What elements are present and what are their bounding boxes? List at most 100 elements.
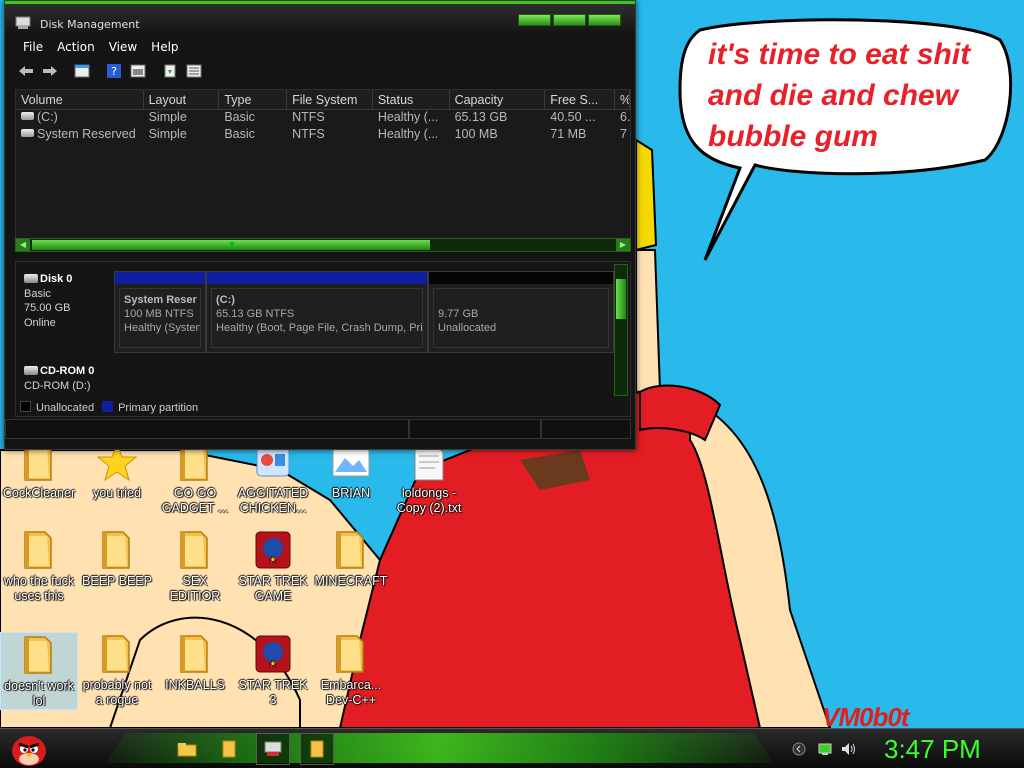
desktop-icon[interactable]: doesn't work lol: [0, 632, 78, 710]
desktop-icon-label: BEEP BEEP: [82, 574, 152, 588]
scroll-right-icon[interactable]: ▶: [616, 239, 630, 251]
console-icon[interactable]: [129, 62, 147, 80]
maximize-button[interactable]: [553, 14, 586, 26]
folder-icon: [180, 635, 208, 673]
volume-capacity: 100 MB: [454, 127, 498, 141]
folder-icon: [310, 740, 324, 758]
desktop-icon[interactable]: GO GO GADGET ...: [156, 440, 234, 516]
desktop-icon[interactable]: ★ STAR TREK 3: [234, 632, 312, 708]
column-header[interactable]: Type: [219, 90, 288, 109]
window-titlebar[interactable]: Disk Management: [5, 1, 635, 37]
refresh-icon[interactable]: [161, 62, 179, 80]
desktop-icon-label: BRIAN: [331, 486, 371, 500]
taskbar-clock[interactable]: 3:47 PM: [884, 733, 981, 765]
desktop-icon-label: doesn't work lol: [4, 679, 74, 708]
disk-0-label[interactable]: Disk 0 Basic 75.00 GB Online: [18, 272, 112, 330]
start-button[interactable]: [6, 729, 52, 768]
volume-tray-button[interactable]: [840, 738, 858, 760]
volume-name: System Reserved: [37, 127, 136, 141]
desktop-icon[interactable]: AGGITATED CHICKEN...: [234, 440, 312, 516]
desktop-icon[interactable]: ★ STAR TREK GAME: [234, 528, 312, 604]
column-header[interactable]: Free S...: [545, 90, 616, 109]
partition-unallocated[interactable]: 9.77 GB Unallocated: [428, 271, 614, 353]
volume-name: (C:): [37, 110, 58, 124]
legend-primary: Primary partition: [102, 401, 198, 414]
table-row[interactable]: System Reserved Simple Basic NTFS Health…: [16, 127, 630, 144]
desktop-icon[interactable]: SEX EDITIOR: [156, 528, 234, 604]
scrollbar-thumb[interactable]: [616, 279, 626, 319]
desktop-icon[interactable]: probably not a rogue: [78, 632, 156, 708]
column-header[interactable]: Volume: [16, 90, 144, 109]
column-header[interactable]: %: [615, 90, 630, 109]
volume-pct: 6.: [620, 110, 631, 124]
volume-list[interactable]: Volume Layout Type File System Status Ca…: [15, 89, 631, 249]
disk-management-icon: [264, 741, 282, 756]
scroll-left-icon[interactable]: ◀: [16, 239, 30, 251]
desktop-icon-label: AGGITATED CHICKEN...: [237, 486, 309, 515]
volume-fs: NTFS: [292, 110, 325, 124]
minimize-button[interactable]: [518, 14, 551, 26]
column-header[interactable]: Capacity: [450, 90, 546, 109]
forward-arrow-icon[interactable]: [41, 62, 59, 80]
folder-icon: [24, 636, 52, 674]
taskbar-explorer[interactable]: [170, 733, 204, 765]
svg-text:★: ★: [269, 555, 276, 564]
properties-icon[interactable]: [73, 62, 91, 80]
cdrom-0-label[interactable]: CD-ROM 0 CD-ROM (D:): [18, 364, 112, 393]
menu-action[interactable]: Action: [51, 37, 103, 57]
column-header[interactable]: File System: [287, 90, 373, 109]
desktop-icon[interactable]: loldongs - Copy (2).txt: [390, 440, 468, 516]
taskbar-disk-management[interactable]: [256, 733, 290, 765]
toolbar: ?: [5, 57, 635, 85]
close-button[interactable]: [588, 14, 621, 26]
desktop-icon[interactable]: INKBALLS: [156, 632, 234, 693]
folder-icon: [222, 740, 236, 758]
folder-icon: [102, 635, 130, 673]
desktop-icon[interactable]: Embarca... Dev-C++: [312, 632, 390, 708]
desktop-icon-label: STAR TREK GAME: [238, 574, 308, 603]
menu-help[interactable]: Help: [145, 37, 186, 57]
column-header[interactable]: Layout: [144, 90, 220, 109]
game-icon: ★: [255, 635, 291, 673]
back-arrow-icon[interactable]: [17, 62, 35, 80]
desktop-icon-label: GO GO GADGET ...: [161, 486, 229, 515]
volume-status: Healthy (...: [377, 110, 439, 124]
partition-c-drive[interactable]: (C:) 65.13 GB NTFS Healthy (Boot, Page F…: [206, 271, 428, 353]
taskbar-folder[interactable]: [212, 733, 246, 765]
menu-bar: File Action View Help: [5, 37, 635, 57]
folder-icon: [336, 635, 364, 673]
horizontal-scrollbar[interactable]: ◀ ▶: [15, 238, 631, 252]
game-icon: ★: [255, 531, 291, 569]
legend-unallocated: Unallocated: [20, 401, 94, 414]
volume-pct: 7: [620, 127, 627, 141]
desktop-icon[interactable]: MINECRAFT: [312, 528, 390, 589]
menu-file[interactable]: File: [17, 37, 51, 57]
window-title: Disk Management: [40, 18, 140, 31]
disk-management-window[interactable]: Disk Management File Action View Help ?: [4, 0, 636, 450]
disk-management-icon: [15, 16, 31, 29]
volume-free: 71 MB: [550, 127, 587, 141]
drive-icon: [21, 112, 34, 120]
drive-icon: [21, 129, 34, 137]
table-row[interactable]: (C:) Simple Basic NTFS Healthy (... 65.1…: [16, 110, 630, 127]
taskbar-folder-window[interactable]: [300, 733, 334, 765]
volume-status: Healthy (...: [377, 127, 439, 141]
volume-free: 40.50 ...: [550, 110, 596, 124]
help-icon[interactable]: ?: [105, 62, 123, 80]
network-icon: [818, 743, 832, 755]
disk-map[interactable]: Disk 0 Basic 75.00 GB Online System Rese…: [15, 261, 631, 417]
hard-disk-icon: [24, 274, 38, 283]
partition-system-reserved[interactable]: System Reser 100 MB NTFS Healthy (Systen: [114, 271, 206, 353]
rescan-icon[interactable]: [185, 62, 203, 80]
column-header[interactable]: Status: [373, 90, 450, 109]
explorer-icon: [177, 743, 197, 757]
vertical-scrollbar[interactable]: [614, 264, 628, 396]
menu-view[interactable]: View: [103, 37, 145, 57]
volume-type: Basic: [224, 110, 255, 124]
desktop-icon-label: you tried: [93, 486, 141, 500]
desktop-icon[interactable]: BEEP BEEP: [78, 528, 156, 589]
show-hidden-icons-button[interactable]: [790, 738, 808, 760]
desktop-icon-label: STAR TREK 3: [238, 678, 308, 707]
network-tray-button[interactable]: [816, 738, 834, 760]
desktop-icon[interactable]: who the fuck uses this: [0, 528, 78, 604]
